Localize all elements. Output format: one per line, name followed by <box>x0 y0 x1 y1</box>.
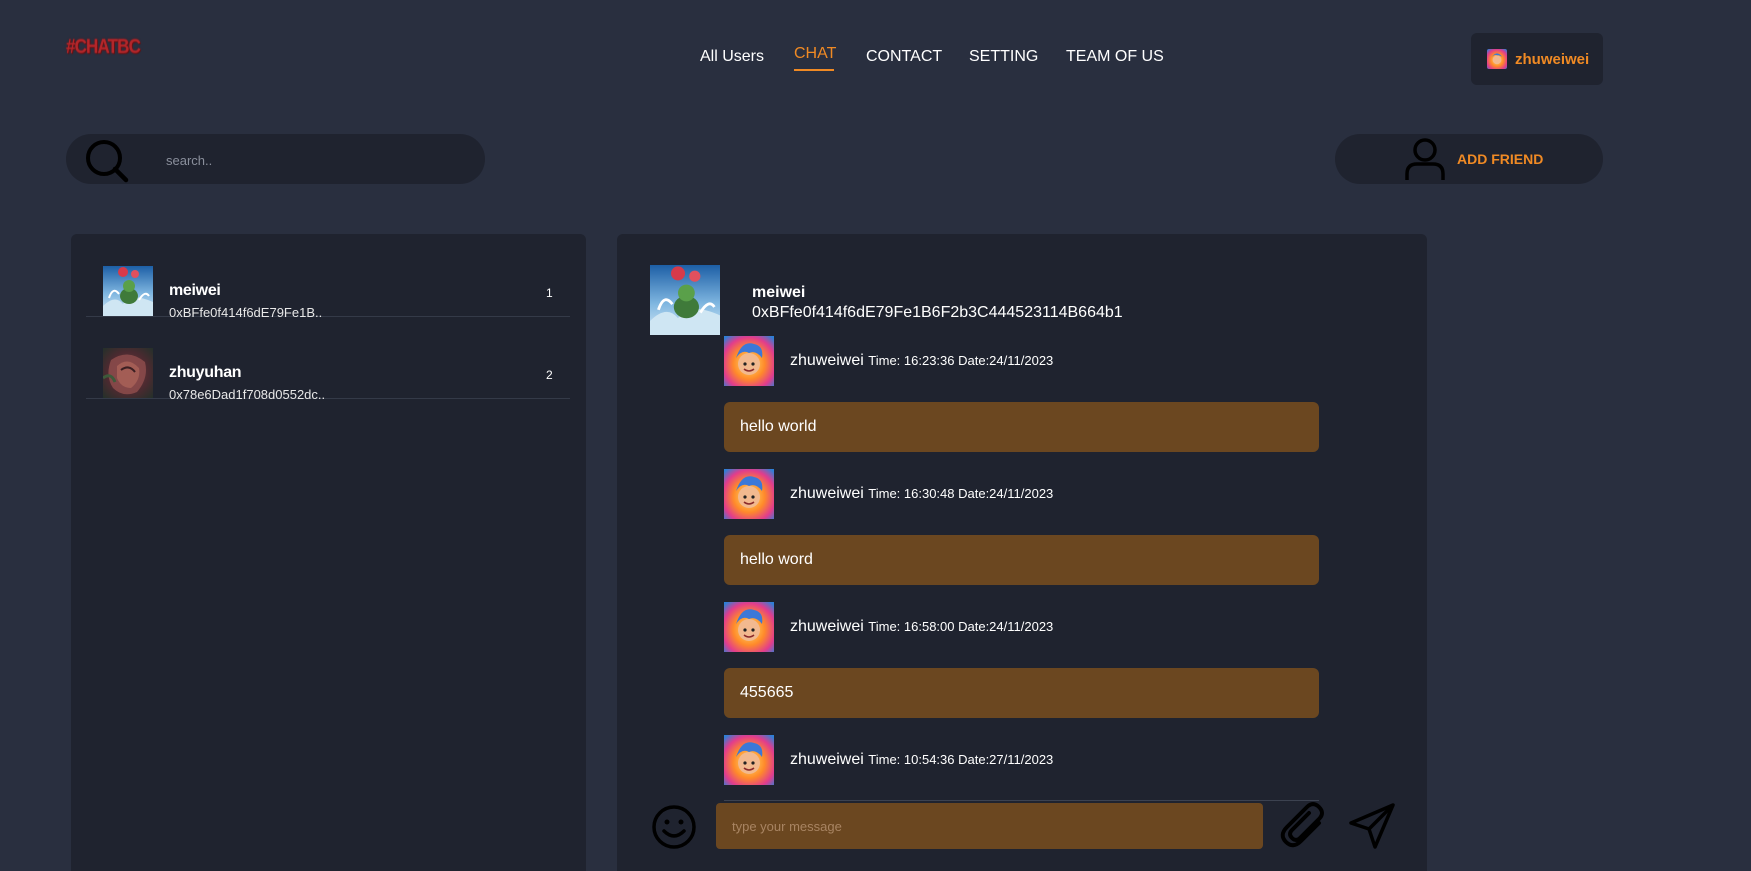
chat-contact-address: 0xBFfe0f414f6dE79Fe1B6F2b3C444523114B664… <box>752 304 1123 321</box>
message-bubble: 455665 <box>724 668 1319 718</box>
avatar <box>103 348 153 398</box>
message-text: hello word <box>740 551 813 568</box>
friend-address: 0x78e6Dad1f708d0552dc.. <box>169 387 326 402</box>
friend-index: 2 <box>546 368 553 382</box>
paperclip-icon[interactable] <box>1279 801 1329 856</box>
friend-list-panel: meiwei 0xBFfe0f414f6dE79Fe1B.. 1 zhuyuha… <box>71 234 586 871</box>
avatar <box>1487 49 1507 69</box>
chat-contact-name: meiwei <box>752 284 806 301</box>
message-input[interactable] <box>716 803 1263 849</box>
nav-active-underline <box>794 69 834 71</box>
compose-divider <box>724 800 1319 801</box>
message-time: Time: 10:54:36 Date:27/11/2023 <box>868 752 1054 767</box>
chat-panel: meiwei 0xBFfe0f414f6dE79Fe1B6F2b3C444523… <box>617 234 1427 871</box>
message-meta: zhuweiwei Time: 16:30:48 Date:24/11/2023 <box>790 485 1053 503</box>
message-sender: zhuweiwei <box>790 352 864 369</box>
message-time: Time: 16:58:00 Date:24/11/2023 <box>868 619 1054 634</box>
friend-list-item[interactable]: zhuyuhan 0x78e6Dad1f708d0552dc.. 2 <box>86 316 570 402</box>
avatar <box>724 735 774 785</box>
avatar <box>724 469 774 519</box>
message-bubble: hello word <box>724 535 1319 585</box>
add-friend-label: ADD FRIEND <box>1457 151 1544 167</box>
avatar <box>103 266 153 316</box>
nav-team-of-us[interactable]: TEAM OF US <box>1066 48 1164 66</box>
nav-contact[interactable]: CONTACT <box>866 48 942 66</box>
nav-chat[interactable]: CHAT <box>794 45 836 63</box>
friend-list-item[interactable]: meiwei 0xBFfe0f414f6dE79Fe1B.. 1 <box>86 234 570 320</box>
nav-all-users[interactable]: All Users <box>700 48 764 66</box>
message-meta: zhuweiwei Time: 16:23:36 Date:24/11/2023 <box>790 352 1053 370</box>
message-bubble: hello world <box>724 402 1319 452</box>
friend-index: 1 <box>546 286 553 300</box>
avatar <box>724 602 774 652</box>
avatar <box>724 336 774 386</box>
avatar <box>650 265 720 335</box>
message-sender: zhuweiwei <box>790 618 864 635</box>
paper-plane-icon[interactable] <box>1347 801 1397 856</box>
search-icon[interactable] <box>84 138 130 189</box>
message-sender: zhuweiwei <box>790 751 864 768</box>
message-time: Time: 16:23:36 Date:24/11/2023 <box>868 353 1054 368</box>
current-user-name: zhuweiwei <box>1515 50 1590 68</box>
message-meta: zhuweiwei Time: 16:58:00 Date:24/11/2023 <box>790 618 1053 636</box>
nav-setting[interactable]: SETTING <box>969 48 1038 66</box>
person-icon <box>1403 136 1447 187</box>
friend-name: meiwei <box>169 282 221 299</box>
message-meta: zhuweiwei Time: 10:54:36 Date:27/11/2023 <box>790 751 1053 769</box>
message-sender: zhuweiwei <box>790 485 864 502</box>
add-friend-button[interactable]: ADD FRIEND <box>1335 134 1603 184</box>
message-text: hello world <box>740 418 817 435</box>
search-input[interactable] <box>164 144 468 176</box>
message-time: Time: 16:30:48 Date:24/11/2023 <box>868 486 1054 501</box>
search-bar <box>66 134 485 184</box>
smiley-icon[interactable] <box>650 803 698 856</box>
friend-name: zhuyuhan <box>169 364 242 381</box>
message-text: 455665 <box>740 684 794 701</box>
current-user-chip[interactable]: zhuweiwei <box>1471 33 1603 85</box>
